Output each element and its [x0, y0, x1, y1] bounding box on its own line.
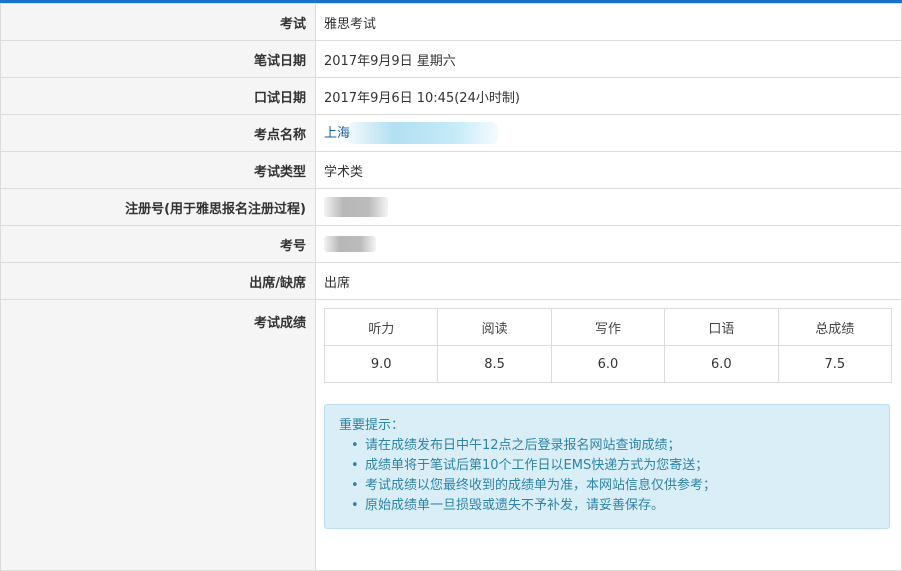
scores-table: 听力 阅读 写作 口语 总成绩 9.0 8.5 6.0 6.0 7.5	[323, 308, 893, 383]
score-reading: 8.5	[437, 345, 552, 383]
notice-item: 原始成绩单一旦损毁或遗失不予补发，请妥善保存。	[351, 496, 875, 516]
row-exam: 考试 雅思考试	[0, 3, 902, 41]
label-written-date: 笔试日期	[0, 40, 316, 78]
important-notice-box: 重要提示： 请在成绩发布日中午12点之后登录报名网站查询成绩； 成绩单将于笔试后…	[324, 404, 890, 529]
label-exam: 考试	[0, 3, 316, 41]
value-speaking-date: 2017年9月6日 10:45(24小时制)	[315, 77, 902, 115]
label-speaking-date: 口试日期	[0, 77, 316, 115]
notice-item: 成绩单将于笔试后第10个工作日以EMS快递方式为您寄送；	[351, 456, 875, 476]
scores-value-row: 9.0 8.5 6.0 6.0 7.5	[323, 345, 893, 383]
score-header-speaking: 口语	[664, 308, 779, 346]
score-header-reading: 阅读	[437, 308, 552, 346]
notice-item: 考试成绩以您最终收到的成绩单为准，本网站信息仅供参考；	[351, 476, 875, 496]
row-attendance: 出席/缺席 出席	[0, 262, 902, 300]
label-scores: 考试成绩	[0, 299, 316, 571]
scores-header-row: 听力 阅读 写作 口语 总成绩	[323, 308, 893, 346]
redacted-test-center	[348, 122, 499, 145]
value-test-center-cell: 上海	[315, 114, 902, 152]
redacted-registration-number	[324, 197, 388, 217]
value-exam: 雅思考试	[315, 3, 902, 41]
value-registration-number-cell	[315, 188, 902, 226]
row-test-center: 考点名称 上海	[0, 114, 902, 152]
label-attendance: 出席/缺席	[0, 262, 316, 300]
score-header-overall: 总成绩	[777, 308, 893, 346]
value-candidate-number-cell	[315, 225, 902, 263]
score-header-writing: 写作	[550, 308, 666, 346]
row-speaking-date: 口试日期 2017年9月6日 10:45(24小时制)	[0, 77, 902, 115]
score-writing: 6.0	[550, 345, 666, 383]
test-center-link[interactable]: 上海	[324, 126, 350, 141]
notice-title: 重要提示：	[339, 418, 405, 433]
row-test-type: 考试类型 学术类	[0, 151, 902, 189]
score-listening: 9.0	[323, 345, 439, 383]
exam-info-table: 考试 雅思考试 笔试日期 2017年9月9日 星期六 口试日期 2017年9月6…	[0, 3, 902, 571]
label-registration-number: 注册号(用于雅思报名注册过程)	[0, 188, 316, 226]
redacted-candidate-number	[324, 236, 376, 252]
value-test-type: 学术类	[315, 151, 902, 189]
row-written-date: 笔试日期 2017年9月9日 星期六	[0, 40, 902, 78]
score-speaking: 6.0	[664, 345, 779, 383]
value-scores-cell: 听力 阅读 写作 口语 总成绩 9.0 8.5 6.0 6.0 7.5 重要提示…	[315, 299, 902, 571]
notice-list: 请在成绩发布日中午12点之后登录报名网站查询成绩； 成绩单将于笔试后第10个工作…	[339, 436, 875, 516]
row-registration-number: 注册号(用于雅思报名注册过程)	[0, 188, 902, 226]
row-candidate-number: 考号	[0, 225, 902, 263]
value-attendance: 出席	[315, 262, 902, 300]
score-header-listening: 听力	[323, 308, 439, 346]
notice-item: 请在成绩发布日中午12点之后登录报名网站查询成绩；	[351, 436, 875, 456]
label-test-center: 考点名称	[0, 114, 316, 152]
label-test-type: 考试类型	[0, 151, 316, 189]
value-written-date: 2017年9月9日 星期六	[315, 40, 902, 78]
exam-result-panel: 考试 雅思考试 笔试日期 2017年9月9日 星期六 口试日期 2017年9月6…	[0, 0, 902, 571]
row-scores: 考试成绩 听力 阅读 写作 口语 总成绩 9.0 8.5 6.0 6.0 7.5…	[0, 299, 902, 571]
label-candidate-number: 考号	[0, 225, 316, 263]
score-overall: 7.5	[777, 345, 893, 383]
